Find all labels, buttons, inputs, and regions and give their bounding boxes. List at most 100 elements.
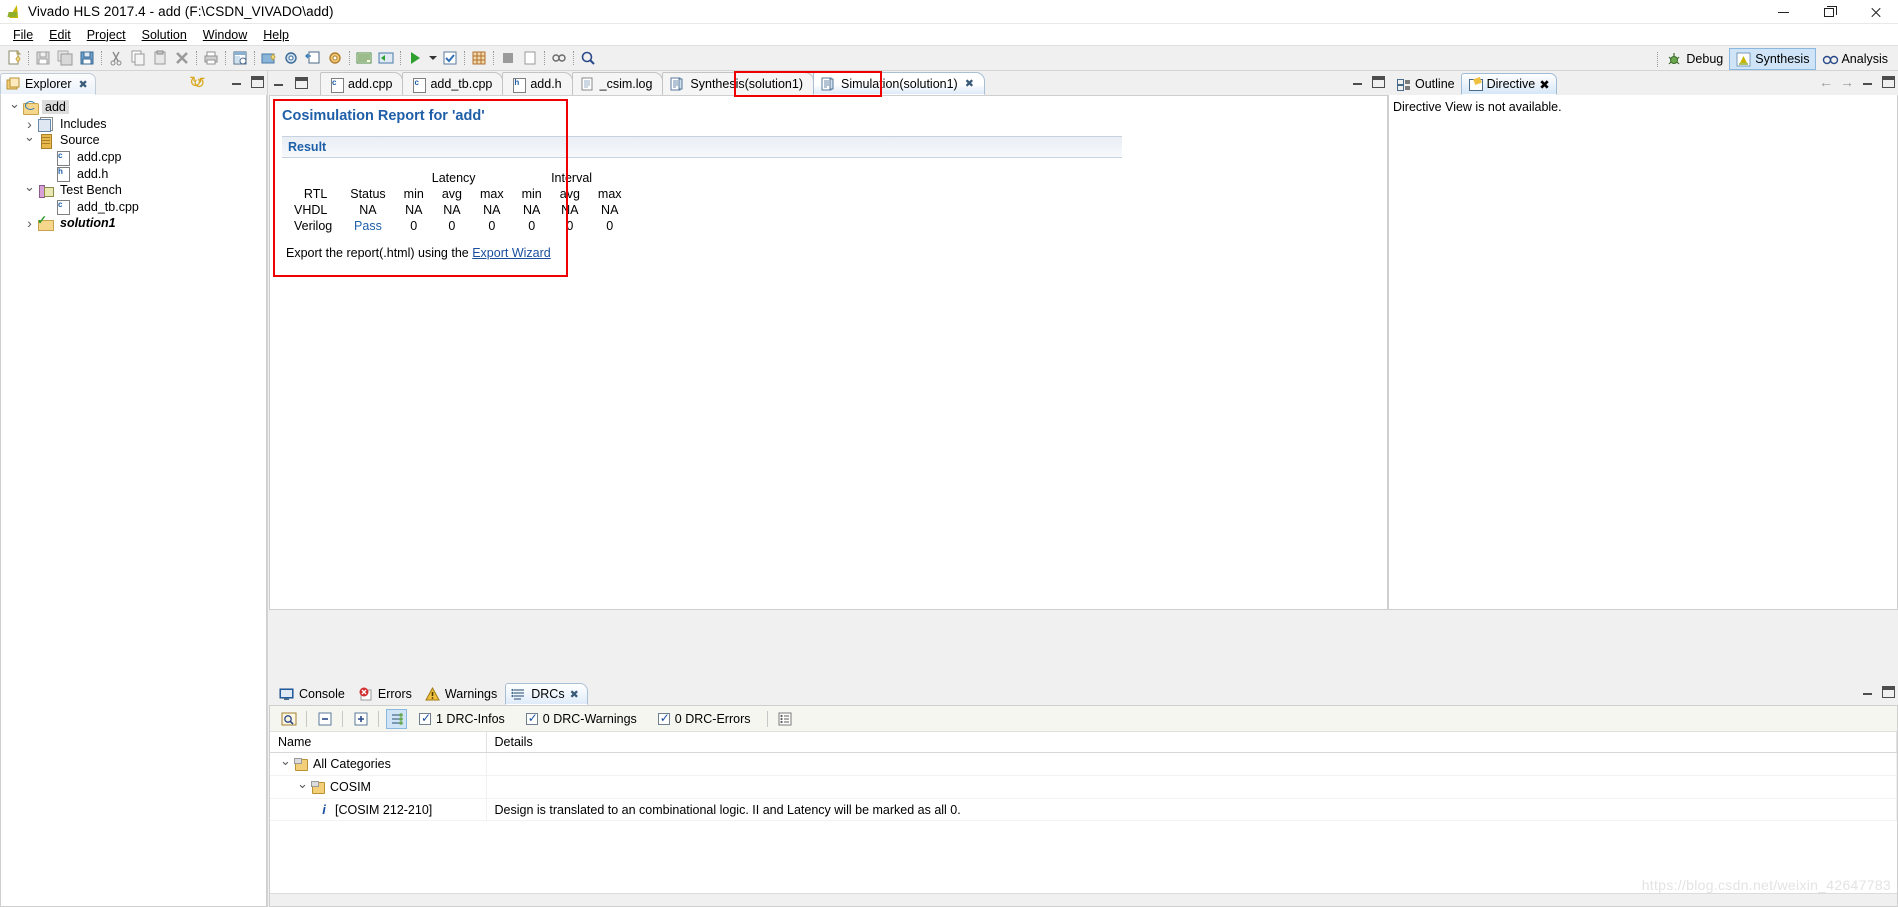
new-icon[interactable] bbox=[3, 47, 25, 69]
filter-drc-errors[interactable]: 0 DRC-Errors bbox=[657, 711, 751, 726]
perspective-debug[interactable]: Debug bbox=[1661, 48, 1729, 70]
export-wizard-link[interactable]: Export Wizard bbox=[472, 246, 551, 260]
tree-item-add-cpp[interactable]: add.cpp bbox=[1, 149, 266, 166]
filter-drc-infos[interactable]: 1 DRC-Infos bbox=[419, 711, 505, 726]
solution-settings-icon[interactable] bbox=[324, 47, 346, 69]
tree-item-includes[interactable]: Includes bbox=[1, 116, 266, 133]
maximize-view-icon[interactable] bbox=[1372, 76, 1385, 88]
filter-drc-warnings[interactable]: 0 DRC-Warnings bbox=[525, 711, 637, 726]
twisty-icon[interactable] bbox=[22, 215, 37, 231]
checkbox-drc-infos[interactable] bbox=[419, 711, 431, 725]
tab-synthesis-solution1[interactable]: Synthesis(solution1) bbox=[662, 72, 814, 95]
tab-console[interactable]: Console bbox=[274, 683, 353, 705]
group-by-icon[interactable] bbox=[386, 708, 407, 729]
forward-arrow-icon[interactable]: → bbox=[1840, 75, 1854, 89]
close-icon[interactable]: ✖ bbox=[570, 688, 579, 701]
tab-directive[interactable]: Directive ✖ bbox=[1460, 73, 1557, 95]
minimize-view-icon[interactable] bbox=[1861, 75, 1875, 89]
new-solution-icon[interactable] bbox=[258, 47, 280, 69]
refresh-icon[interactable] bbox=[189, 75, 207, 91]
c-synthesis-icon[interactable] bbox=[375, 47, 397, 69]
copy-icon[interactable] bbox=[127, 47, 149, 69]
search-icon[interactable] bbox=[577, 47, 599, 69]
close-icon[interactable]: ✖ bbox=[79, 78, 88, 91]
close-icon[interactable]: ✖ bbox=[1539, 77, 1549, 92]
restore-button[interactable] bbox=[1806, 0, 1852, 24]
menu-help[interactable]: Help bbox=[255, 26, 297, 44]
minimize-view-icon[interactable] bbox=[230, 75, 244, 89]
c-simulation-icon[interactable] bbox=[353, 47, 375, 69]
expand-all-icon[interactable] bbox=[350, 709, 371, 729]
save-all-icon[interactable] bbox=[54, 47, 76, 69]
delete-icon[interactable] bbox=[171, 47, 193, 69]
tree-item-solution1[interactable]: solution1 bbox=[1, 214, 266, 232]
table-row[interactable]: COSIM bbox=[270, 775, 1897, 799]
save-icon[interactable] bbox=[32, 47, 54, 69]
tab-csim-log[interactable]: _csim.log bbox=[571, 72, 664, 95]
close-icon[interactable]: ✖ bbox=[965, 77, 974, 90]
menu-edit[interactable]: Edit bbox=[41, 26, 79, 44]
tab-label: add.cpp bbox=[348, 77, 393, 91]
tab-simulation-solution1[interactable]: Simulation(solution1) ✖ bbox=[812, 72, 985, 95]
view-menu-icon[interactable] bbox=[775, 709, 796, 729]
save-as-icon[interactable] bbox=[76, 47, 98, 69]
back-arrow-icon[interactable]: ← bbox=[1819, 75, 1833, 89]
print-icon[interactable] bbox=[200, 47, 222, 69]
minimize-button[interactable] bbox=[1760, 0, 1806, 24]
project-settings-icon[interactable] bbox=[280, 47, 302, 69]
terminate-icon[interactable] bbox=[519, 47, 541, 69]
perspective-synthesis[interactable]: Synthesis bbox=[1729, 48, 1817, 70]
paste-icon[interactable] bbox=[149, 47, 171, 69]
tree-item-add-h[interactable]: add.h bbox=[1, 165, 266, 183]
menu-solution[interactable]: Solution bbox=[134, 26, 195, 44]
close-button[interactable] bbox=[1852, 0, 1898, 24]
tab-warnings[interactable]: Warnings bbox=[420, 683, 505, 705]
add-directive-icon[interactable] bbox=[302, 47, 324, 69]
open-report-icon[interactable] bbox=[229, 47, 251, 69]
c-file-icon bbox=[54, 150, 71, 166]
stop-icon[interactable] bbox=[497, 47, 519, 69]
cosim-icon[interactable] bbox=[439, 47, 461, 69]
run-icon[interactable] bbox=[404, 47, 426, 69]
twisty-icon[interactable] bbox=[7, 99, 22, 115]
tab-drcs[interactable]: DRCs ✖ bbox=[505, 683, 588, 705]
project-folder-icon bbox=[22, 100, 39, 115]
tree-item-source[interactable]: Source bbox=[1, 132, 266, 149]
checkbox-drc-warnings[interactable] bbox=[525, 711, 538, 725]
horizontal-scrollbar[interactable] bbox=[270, 893, 1897, 906]
maximize-view-icon[interactable] bbox=[1882, 686, 1895, 698]
menu-file[interactable]: File bbox=[5, 26, 41, 44]
minimize-view-icon[interactable] bbox=[272, 76, 286, 90]
tab-add-cpp[interactable]: add.cpp bbox=[320, 72, 404, 95]
tree-item-test-bench[interactable]: Test Bench bbox=[1, 182, 266, 199]
twisty-icon[interactable] bbox=[295, 779, 310, 795]
tab-add-tb-cpp[interactable]: add_tb.cpp bbox=[402, 72, 504, 95]
find-icon[interactable] bbox=[278, 709, 299, 729]
tab-errors[interactable]: Errors bbox=[353, 683, 420, 705]
checkbox-drc-errors[interactable] bbox=[657, 711, 670, 725]
link-icon[interactable] bbox=[548, 47, 570, 69]
tab-outline[interactable]: Outline bbox=[1390, 73, 1461, 95]
col-rtl: RTL bbox=[303, 187, 328, 201]
twisty-icon[interactable] bbox=[22, 132, 37, 148]
perspective-analysis[interactable]: Analysis bbox=[1816, 48, 1894, 70]
tab-explorer[interactable]: Explorer ✖ bbox=[0, 73, 96, 95]
export-rtl-icon[interactable] bbox=[468, 47, 490, 69]
maximize-view-icon[interactable] bbox=[295, 77, 308, 89]
tab-add-h[interactable]: add.h bbox=[502, 72, 573, 95]
tree-item-add[interactable]: add bbox=[1, 99, 266, 116]
run-dropdown-arrow-icon[interactable] bbox=[426, 47, 439, 69]
cut-icon[interactable] bbox=[105, 47, 127, 69]
menu-window[interactable]: Window bbox=[195, 26, 255, 44]
maximize-view-icon[interactable] bbox=[1882, 76, 1895, 88]
twisty-icon[interactable] bbox=[278, 756, 293, 772]
menu-project[interactable]: Project bbox=[79, 26, 134, 44]
maximize-view-icon[interactable] bbox=[251, 76, 264, 88]
table-row[interactable]: i [COSIM 212-210] Design is translated t… bbox=[270, 798, 1897, 821]
collapse-all-icon[interactable] bbox=[314, 709, 335, 729]
cosimulation-report: Cosimulation Report for 'add' Result Lat… bbox=[270, 96, 1387, 260]
twisty-icon[interactable] bbox=[22, 182, 37, 198]
table-row[interactable]: All Categories bbox=[270, 752, 1897, 776]
minimize-view-icon[interactable] bbox=[1861, 685, 1875, 699]
minimize-view-icon[interactable] bbox=[1351, 75, 1365, 89]
